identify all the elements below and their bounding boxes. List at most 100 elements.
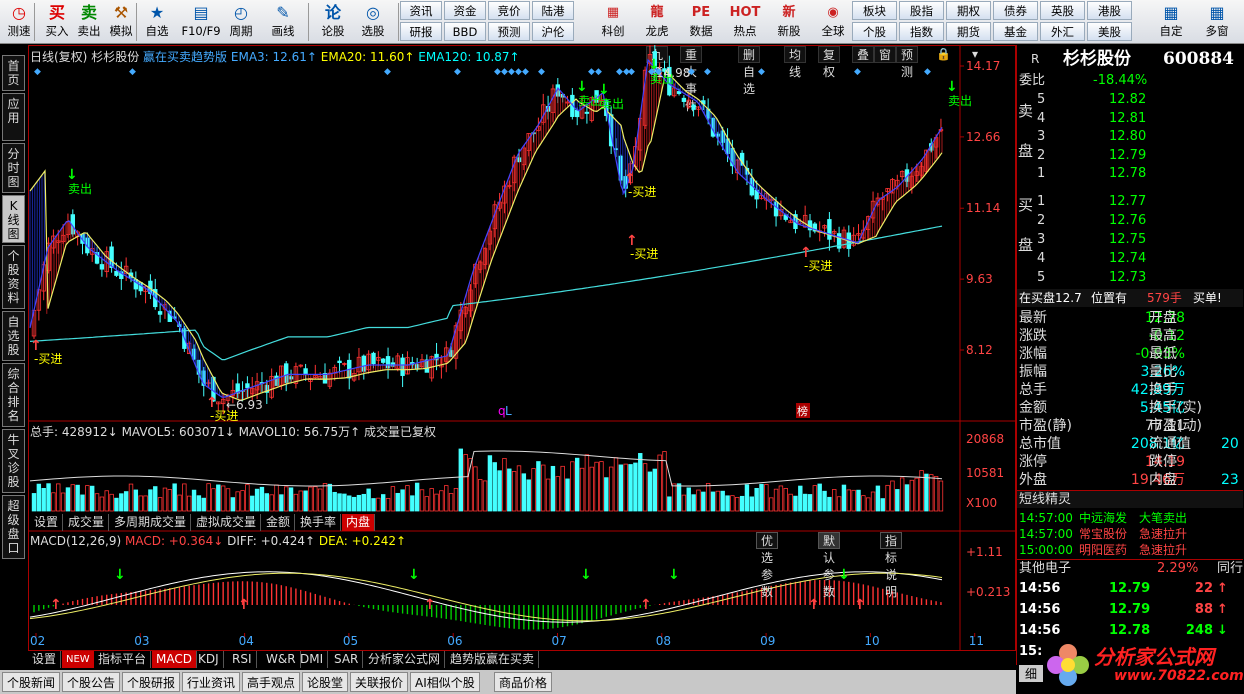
tool2-1[interactable]: 龍龙虎 [636, 2, 678, 42]
vol-tab-6[interactable]: 内盘 [342, 514, 376, 531]
small-btn-r4-5[interactable]: 美股 [1087, 22, 1132, 41]
tool-4[interactable]: ★ 自选 [140, 2, 174, 42]
tool2-3[interactable]: HOT 热点 [724, 2, 766, 42]
volume-bar [846, 489, 851, 512]
news-tab-6[interactable]: 关联报价 [350, 672, 409, 692]
indicator-tab-5[interactable]: W&R [262, 651, 301, 668]
tick-volume: 22 [1194, 581, 1213, 596]
small-btn-r2-3[interactable]: 沪伦 [532, 22, 574, 41]
news-tab-5[interactable]: 论股堂 [302, 672, 349, 692]
tool-1[interactable]: 买买入 [40, 2, 74, 42]
vol-tab-1[interactable]: 成交量 [64, 514, 110, 531]
tool-5[interactable]: ▤ F10/F9 [180, 2, 222, 42]
volume-bar [536, 461, 541, 512]
indicator-tab-0[interactable]: 设置 [28, 651, 62, 668]
kline-chart-area[interactable]: 日线(复权) 杉杉股份 赢在买卖趋势版 EMA3: 12.61↑ EMA20: … [28, 45, 1016, 651]
volume-bar [196, 495, 202, 512]
volume-bar [565, 478, 570, 512]
vol-tab-5[interactable]: 换手率 [296, 514, 342, 531]
news-tab-1[interactable]: 个股公告 [62, 672, 121, 692]
volume-bar [715, 490, 721, 512]
vol-tab-2[interactable]: 多周期成交量 [110, 514, 192, 531]
tool3-0[interactable]: ▦ 自定 [1150, 2, 1192, 42]
indicator-tab-7[interactable]: SAR [330, 651, 364, 668]
small-btn-r3-5[interactable]: 港股 [1087, 1, 1132, 20]
tool-8[interactable]: 论论股 [316, 2, 350, 42]
volume-bar [502, 458, 507, 512]
left-tab-8[interactable]: 超级盘口 [2, 495, 25, 559]
news-tab-2[interactable]: 个股研报 [122, 672, 181, 692]
tool-3[interactable]: ⚒ 模拟 [104, 2, 138, 42]
small-btn-r3-2[interactable]: 期权 [946, 1, 991, 20]
left-tab-5[interactable]: 自选股 [2, 311, 25, 361]
small-btn-r3-1[interactable]: 股指 [899, 1, 944, 20]
left-tab-1[interactable]: 应用 [2, 93, 25, 141]
small-btn-r1-1[interactable]: 资金 [444, 1, 486, 20]
indicator-tab-8[interactable]: 分析家公式网 [364, 651, 446, 668]
indicator-tab-3[interactable]: KDJ [194, 651, 224, 668]
tool-7[interactable]: ✎ 画线 [266, 2, 300, 42]
news-tab-3[interactable]: 行业资讯 [182, 672, 241, 692]
small-btn-r4-4[interactable]: 外汇 [1040, 22, 1085, 41]
vol-tab-3[interactable]: 虚拟成交量 [192, 514, 262, 531]
left-tab-6[interactable]: 综合排名 [2, 363, 25, 427]
buy-arrow-icon: ↑ [50, 597, 62, 613]
volume-bar [216, 484, 221, 512]
left-tab-4[interactable]: 个股资料 [2, 245, 25, 309]
small-btn-r4-3[interactable]: 基金 [993, 22, 1038, 41]
stat-row: 市盈(静) 77.11 市盈(动) [1017, 417, 1243, 435]
left-tab-0[interactable]: 首页 [2, 55, 25, 91]
indicator-tab-6[interactable]: DMI [296, 651, 329, 668]
volume-bar [85, 485, 90, 512]
volume-bar [133, 489, 139, 512]
news-tab-4[interactable]: 高手观点 [242, 672, 301, 692]
left-tab-2[interactable]: 分时图 [2, 143, 25, 193]
small-btn-r3-4[interactable]: 英股 [1040, 1, 1085, 20]
small-btn-r2-2[interactable]: 预测 [488, 22, 530, 41]
tool-2[interactable]: 卖卖出 [72, 2, 106, 42]
vol-tab-4[interactable]: 金额 [262, 514, 296, 531]
indicator-tab-4[interactable]: RSI [228, 651, 257, 668]
event-diamond-icon: ◆ [34, 67, 41, 77]
toolbar-sep [398, 3, 399, 41]
volume-bar [303, 490, 308, 512]
tool-6[interactable]: ◴ 周期 [224, 2, 258, 42]
left-tab-7[interactable]: 牛叉诊股 [2, 429, 25, 493]
news-tab-7[interactable]: AI相似个股 [410, 672, 480, 692]
tool-label-6: 周期 [229, 24, 253, 38]
small-btn-r1-2[interactable]: 竞价 [488, 1, 530, 20]
volume-bar [861, 495, 866, 512]
tool2-2[interactable]: PE 数据 [680, 2, 722, 42]
volume-bar [730, 495, 735, 512]
tool2-4[interactable]: 新新股 [768, 2, 810, 42]
vol-tab-0[interactable]: 设置 [30, 514, 64, 531]
left-tab-3[interactable]: K线图 [2, 195, 25, 243]
tool3-1[interactable]: ▦ 多窗 [1196, 2, 1238, 42]
indicator-tab-1[interactable]: 指标平台 [94, 651, 152, 668]
indicator-tab-9[interactable]: 趋势版赢在买卖 [446, 651, 540, 668]
jingling-item[interactable]: 15:00:00 明阳医药 急速拉升 [1017, 541, 1243, 559]
tool-9[interactable]: ◎ 选股 [356, 2, 390, 42]
macd-tab-2[interactable]: 指标说明 [880, 532, 903, 599]
small-btn-r1-3[interactable]: 陆港 [532, 1, 574, 20]
tool2-0[interactable]: ▦ 科创 [592, 2, 634, 42]
small-btn-r2-1[interactable]: BBD [444, 22, 486, 41]
tool-0[interactable]: ◷ 测速 [2, 2, 36, 42]
macd-tab-0[interactable]: 优选参数 [756, 532, 779, 599]
volume-bar [492, 462, 497, 512]
tool2-5[interactable]: ◉ 全球 [812, 2, 854, 42]
small-btn-r4-0[interactable]: 个股 [852, 22, 897, 41]
small-btn-r3-0[interactable]: 板块 [852, 1, 897, 20]
news-tab-8[interactable]: 商品价格 [494, 672, 553, 692]
small-btn-r1-0[interactable]: 资讯 [400, 1, 442, 20]
indicator-tab-2[interactable]: MACD [152, 651, 197, 668]
small-btn-r3-3[interactable]: 债券 [993, 1, 1038, 20]
volume-bar [153, 486, 158, 512]
news-tab-0[interactable]: 个股新闻 [2, 672, 61, 692]
macd-tab-1[interactable]: 默认参数 [818, 532, 841, 599]
ask-row: 1 12.78 [1017, 165, 1243, 183]
small-btn-r4-2[interactable]: 期货 [946, 22, 991, 41]
small-btn-r2-0[interactable]: 研报 [400, 22, 442, 41]
small-btn-r4-1[interactable]: 指数 [899, 22, 944, 41]
tool2-label-4: 新股 [777, 24, 801, 38]
